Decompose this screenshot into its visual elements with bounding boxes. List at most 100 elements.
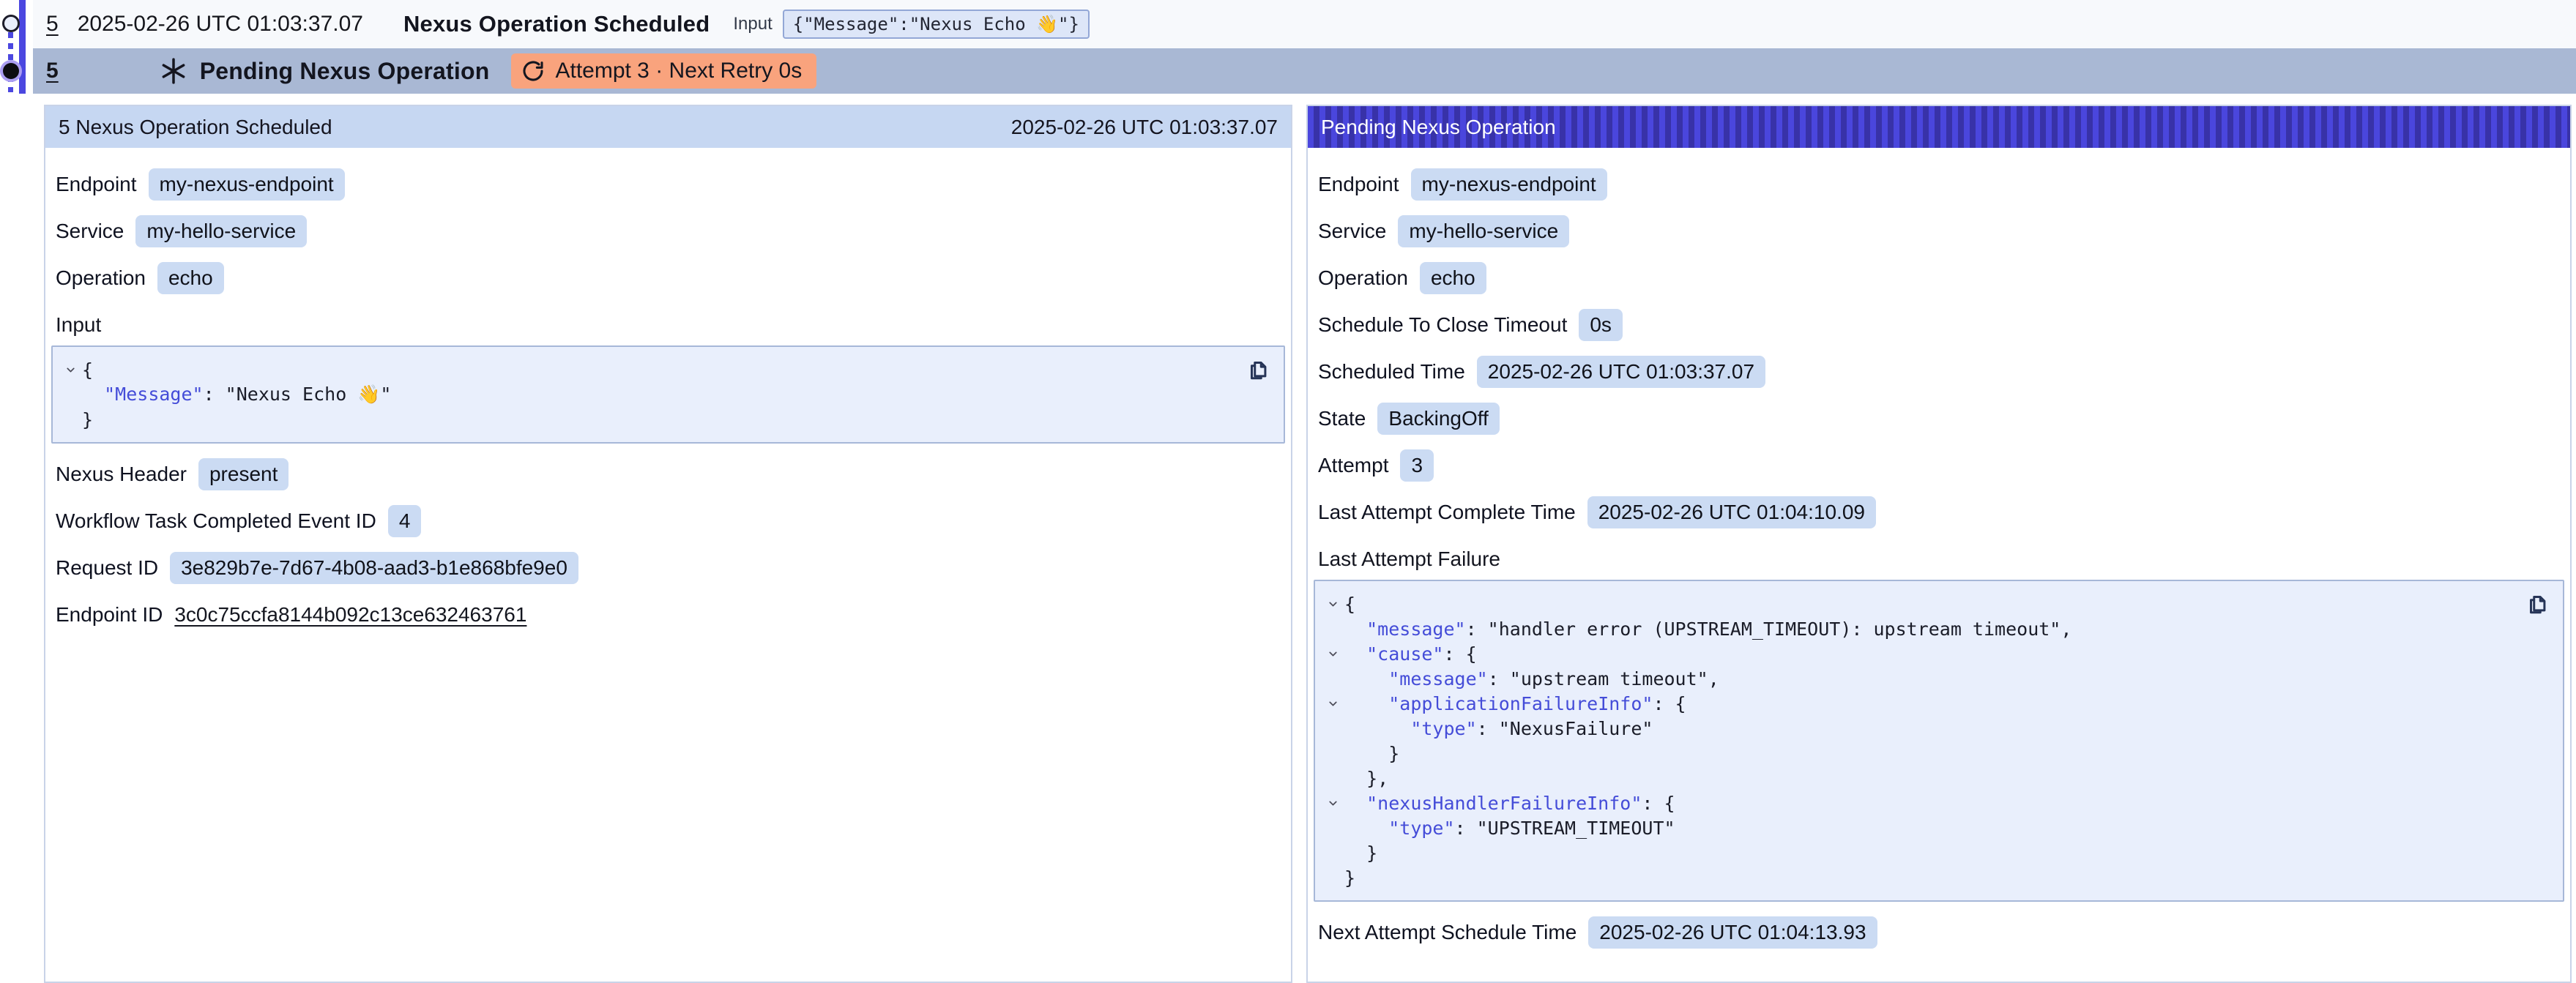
code-text: { bbox=[82, 359, 93, 381]
field-value-chip: my-nexus-endpoint bbox=[149, 168, 345, 201]
code-line: "message": "handler error (UPSTREAM_TIME… bbox=[1321, 616, 2512, 641]
collapse-chevron-icon[interactable] bbox=[1321, 598, 1344, 610]
field-value-chip: echo bbox=[1420, 262, 1486, 294]
field-value-chip: 4 bbox=[388, 505, 422, 537]
field-label: Workflow Task Completed Event ID bbox=[56, 509, 376, 533]
field-label: Service bbox=[1318, 220, 1386, 243]
code-line: "nexusHandlerFailureInfo": { bbox=[1321, 790, 2512, 815]
endpoint-id-link[interactable]: 3c0c75ccfa8144b092c13ce632463761 bbox=[174, 603, 526, 627]
code-text: "message": "upstream timeout", bbox=[1344, 668, 1719, 689]
field-row: Schedule To Close Timeout 0s bbox=[1318, 309, 2560, 341]
section-label: Last Attempt Failure bbox=[1318, 545, 2560, 571]
field-label: Scheduled Time bbox=[1318, 360, 1465, 384]
code-line: } bbox=[1321, 840, 2512, 865]
field-label: Last Attempt Complete Time bbox=[1318, 501, 1576, 524]
code-text: "nexusHandlerFailureInfo": { bbox=[1344, 793, 1675, 814]
field-row: Endpoint my-nexus-endpoint bbox=[1318, 168, 2560, 201]
pending-operation-panel: Pending Nexus Operation Endpoint my-nexus… bbox=[1306, 105, 2572, 983]
collapse-chevron-icon[interactable] bbox=[1321, 698, 1344, 710]
code-text: } bbox=[1344, 743, 1399, 764]
event-history-rows: 5 2025-02-26 UTC 01:03:37.07 Nexus Opera… bbox=[33, 0, 2576, 94]
code-line: "Message": "Nexus Echo 👋" bbox=[59, 382, 1232, 407]
collapse-chevron-icon[interactable] bbox=[59, 364, 82, 376]
collapse-chevron-icon[interactable] bbox=[1321, 648, 1344, 660]
code-text: "Message": "Nexus Echo 👋" bbox=[82, 384, 391, 405]
field-row: Service my-hello-service bbox=[1318, 215, 2560, 247]
code-text: } bbox=[82, 409, 93, 430]
retry-status-badge: Attempt 3 · Next Retry 0s bbox=[511, 53, 816, 89]
field-row: Attempt3 bbox=[1318, 449, 2560, 482]
event-id-link[interactable]: 5 bbox=[46, 12, 59, 37]
field-label: Attempt bbox=[1318, 454, 1388, 477]
panel-body: Endpointmy-nexus-endpoint Service my-hello… bbox=[45, 148, 1291, 631]
field-label: State bbox=[1318, 407, 1366, 430]
event-id-link[interactable]: 5 bbox=[46, 59, 59, 83]
field-value-chip: 2025-02-26 UTC 01:03:37.07 bbox=[1477, 356, 1765, 388]
field-row: Endpointmy-nexus-endpoint bbox=[56, 168, 1281, 201]
open-circle-icon bbox=[2, 15, 20, 32]
event-timestamp: 2025-02-26 UTC 01:03:37.07 bbox=[78, 12, 363, 37]
code-line: } bbox=[1321, 741, 2512, 766]
field-row: Last Attempt Complete Time 2025-02-26 UTC… bbox=[1318, 496, 2560, 528]
pending-asterisk-icon bbox=[159, 56, 188, 86]
retry-badge-label: Attempt 3 · Next Retry 0s bbox=[555, 59, 802, 83]
active-group-bar bbox=[19, 0, 26, 94]
copy-icon bbox=[2525, 591, 2550, 616]
panel-title: 5 Nexus Operation Scheduled bbox=[59, 116, 332, 139]
pending-panel-header: Pending Nexus Operation bbox=[1308, 106, 2570, 148]
field-label: Operation bbox=[56, 266, 146, 290]
panel-timestamp: 2025-02-26 UTC 01:03:37.07 bbox=[1011, 116, 1278, 139]
field-row: Scheduled Time 2025-02-26 UTC 01:03:37.07 bbox=[1318, 356, 2560, 388]
field-label: Endpoint bbox=[1318, 173, 1399, 196]
filled-dot-icon bbox=[3, 63, 19, 79]
field-value-chip: echo bbox=[157, 262, 224, 294]
field-value-chip: 3e829b7e-7d67-4b08-aad3-b1e868bfe9e0 bbox=[170, 552, 578, 584]
input-preview-chip: {"Message":"Nexus Echo 👋"} bbox=[783, 10, 1090, 39]
code-text: "type": "NexusFailure" bbox=[1344, 718, 1653, 739]
event-title: Pending Nexus Operation bbox=[200, 58, 490, 85]
field-row: Workflow Task Completed Event ID 4 bbox=[56, 505, 1281, 537]
input-json: { "Message": "Nexus Echo 👋"} bbox=[51, 345, 1285, 444]
field-row: Service my-hello-service bbox=[56, 215, 1281, 247]
field-label: Operation bbox=[1318, 266, 1408, 290]
code-line: "type": "UPSTREAM_TIMEOUT" bbox=[1321, 815, 2512, 840]
field-value-chip: 2025-02-26 UTC 01:04:10.09 bbox=[1587, 496, 1876, 528]
field-value-chip: 0s bbox=[1579, 309, 1623, 341]
scheduled-panel-header: 5 Nexus Operation Scheduled 2025-02-26 U… bbox=[45, 106, 1291, 148]
code-text: } bbox=[1344, 842, 1377, 864]
copy-button[interactable] bbox=[1244, 356, 1272, 384]
copy-icon bbox=[1246, 356, 1270, 381]
field-label: Service bbox=[56, 220, 124, 243]
code-line: "cause": { bbox=[1321, 641, 2512, 666]
code-line: "message": "upstream timeout", bbox=[1321, 666, 2512, 691]
code-text: "type": "UPSTREAM_TIMEOUT" bbox=[1344, 818, 1675, 839]
field-label: Request ID bbox=[56, 556, 158, 580]
field-value-chip: my-hello-service bbox=[1398, 215, 1569, 247]
code-line: { bbox=[1321, 591, 2512, 616]
code-line: } bbox=[59, 407, 1232, 432]
field-value-chip: 2025-02-26 UTC 01:04:13.93 bbox=[1588, 916, 1877, 949]
copy-button[interactable] bbox=[2523, 590, 2551, 618]
collapse-chevron-icon[interactable] bbox=[1321, 797, 1344, 810]
last-attempt-failure-json: { "message": "handler error (UPSTREAM_TI… bbox=[1314, 580, 2564, 902]
scheduled-event-panel: 5 Nexus Operation Scheduled 2025-02-26 U… bbox=[44, 105, 1292, 983]
code-line: "type": "NexusFailure" bbox=[1321, 716, 2512, 741]
code-text: } bbox=[1344, 867, 1355, 889]
code-line: }, bbox=[1321, 766, 2512, 790]
event-timeline-rail bbox=[0, 0, 33, 95]
field-value-chip: my-hello-service bbox=[135, 215, 307, 247]
event-row-scheduled[interactable]: 5 2025-02-26 UTC 01:03:37.07 Nexus Opera… bbox=[33, 0, 2576, 48]
timeline-connector-dashed bbox=[8, 32, 13, 92]
event-input-label: Input bbox=[733, 14, 772, 34]
field-label: Schedule To Close Timeout bbox=[1318, 313, 1567, 337]
section-label: Input bbox=[56, 310, 1281, 337]
code-text: }, bbox=[1344, 768, 1388, 789]
event-detail-panels: 5 Nexus Operation Scheduled 2025-02-26 U… bbox=[44, 105, 2572, 983]
field-row: StateBackingOff bbox=[1318, 403, 2560, 435]
field-row: Next Attempt Schedule Time2025-02-26 UTC… bbox=[1318, 916, 2560, 949]
code-line: } bbox=[1321, 865, 2512, 890]
field-row: Endpoint ID3c0c75ccfa8144b092c13ce632463… bbox=[56, 599, 1281, 631]
field-value-chip: my-nexus-endpoint bbox=[1411, 168, 1607, 201]
field-label: Nexus Header bbox=[56, 463, 187, 486]
event-row-pending[interactable]: 5 Pending Nexus Operation Attempt 3 · Ne… bbox=[33, 48, 2576, 94]
